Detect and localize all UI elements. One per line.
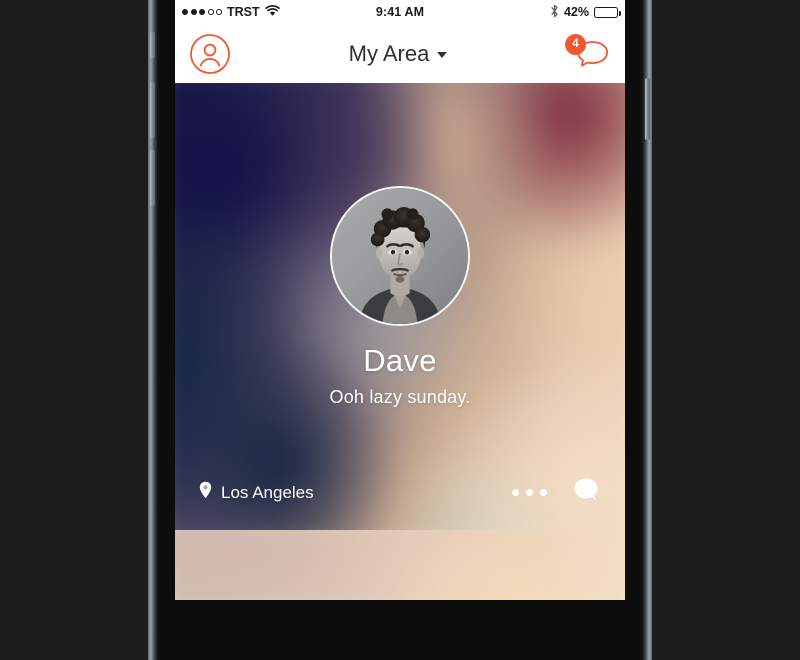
- volume-up-button[interactable]: [150, 82, 155, 138]
- messages-button[interactable]: 4: [564, 33, 611, 74]
- status-bar: TRST 9:41 AM 42%: [175, 0, 625, 24]
- speech-bubble-filled-icon[interactable]: [573, 477, 601, 508]
- unread-badge: 4: [564, 33, 586, 55]
- phone-device: TRST 9:41 AM 42% My Area 4 Dave Ooh lazy…: [148, 0, 652, 660]
- wifi-icon: [264, 4, 280, 20]
- status-bar-left: TRST: [182, 4, 376, 20]
- next-card-background-image: [175, 530, 625, 600]
- profile-name: Dave: [363, 343, 437, 378]
- page-title: My Area: [348, 40, 430, 66]
- bluetooth-icon: [550, 4, 559, 21]
- location-row[interactable]: Los Angeles: [199, 481, 314, 504]
- user-circle-icon[interactable]: [189, 33, 231, 75]
- more-dots-icon[interactable]: [512, 489, 547, 496]
- signal-strength-icon: [182, 9, 222, 15]
- page-title-dropdown[interactable]: My Area: [349, 41, 448, 67]
- card-actions: [512, 477, 601, 508]
- next-profile-card-peek[interactable]: [175, 530, 625, 600]
- power-button[interactable]: [645, 78, 650, 140]
- clock-label: 9:41 AM: [375, 5, 425, 19]
- navigation-bar: My Area 4: [175, 24, 625, 83]
- location-label: Los Angeles: [221, 482, 314, 502]
- chevron-down-icon: [437, 52, 448, 58]
- phone-screen: TRST 9:41 AM 42% My Area 4 Dave Ooh lazy…: [175, 0, 625, 600]
- map-pin-icon: [199, 481, 212, 504]
- profile-status: Ooh lazy sunday.: [329, 387, 471, 407]
- status-bar-right: 42%: [424, 4, 621, 21]
- volume-down-button[interactable]: [150, 150, 155, 206]
- card-footer: Los Angeles: [175, 477, 625, 508]
- carrier-label: TRST: [227, 5, 260, 19]
- silent-switch-button[interactable]: [150, 32, 155, 58]
- profile-card[interactable]: Dave Ooh lazy sunday. Los Angeles: [175, 83, 625, 530]
- battery-icon: [594, 6, 621, 18]
- card-content: Dave Ooh lazy sunday.: [175, 83, 625, 530]
- avatar[interactable]: [330, 186, 470, 326]
- battery-percent-label: 42%: [563, 5, 590, 19]
